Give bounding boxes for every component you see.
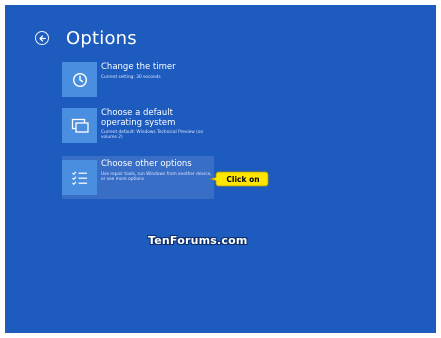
option-subtitle: Current setting: 30 seconds: [101, 74, 161, 80]
option-subtitle: Current default: Windows Technical Previ…: [101, 130, 204, 141]
option-title: Change the timer: [101, 62, 176, 72]
checklist-icon: [71, 170, 87, 185]
option-title: Choose a default operating system: [101, 108, 176, 128]
callout-label: Click on: [226, 174, 260, 184]
option-text: Change the timer Current setting: 30 sec…: [101, 62, 176, 80]
header: Options: [35, 25, 137, 51]
option-tile: [62, 62, 97, 97]
option-title: Choose other options: [101, 159, 192, 169]
back-arrow-icon: [38, 34, 46, 42]
options-screen: Options Change the timer Current setting…: [5, 5, 436, 333]
click-callout: Click on: [210, 171, 270, 189]
page-title: Options: [66, 27, 137, 49]
option-subtitle: Use repair tools, run Windows from anoth…: [101, 171, 212, 182]
option-text: Choose other options Use repair tools, r…: [101, 159, 212, 182]
option-change-timer[interactable]: Change the timer Current setting: 30 sec…: [62, 62, 207, 97]
windows-stack-icon: [71, 118, 89, 133]
watermark: TenForums.com: [148, 234, 248, 247]
option-tile: [62, 160, 97, 195]
back-button[interactable]: [35, 31, 49, 45]
clock-icon: [72, 72, 87, 87]
screenshot-frame: Options Change the timer Current setting…: [0, 0, 441, 338]
option-other-options[interactable]: Choose other options Use repair tools, r…: [62, 156, 214, 199]
option-text: Choose a default operating system Curren…: [101, 108, 207, 140]
option-default-os[interactable]: Choose a default operating system Curren…: [62, 108, 207, 143]
option-tile: [62, 108, 97, 143]
